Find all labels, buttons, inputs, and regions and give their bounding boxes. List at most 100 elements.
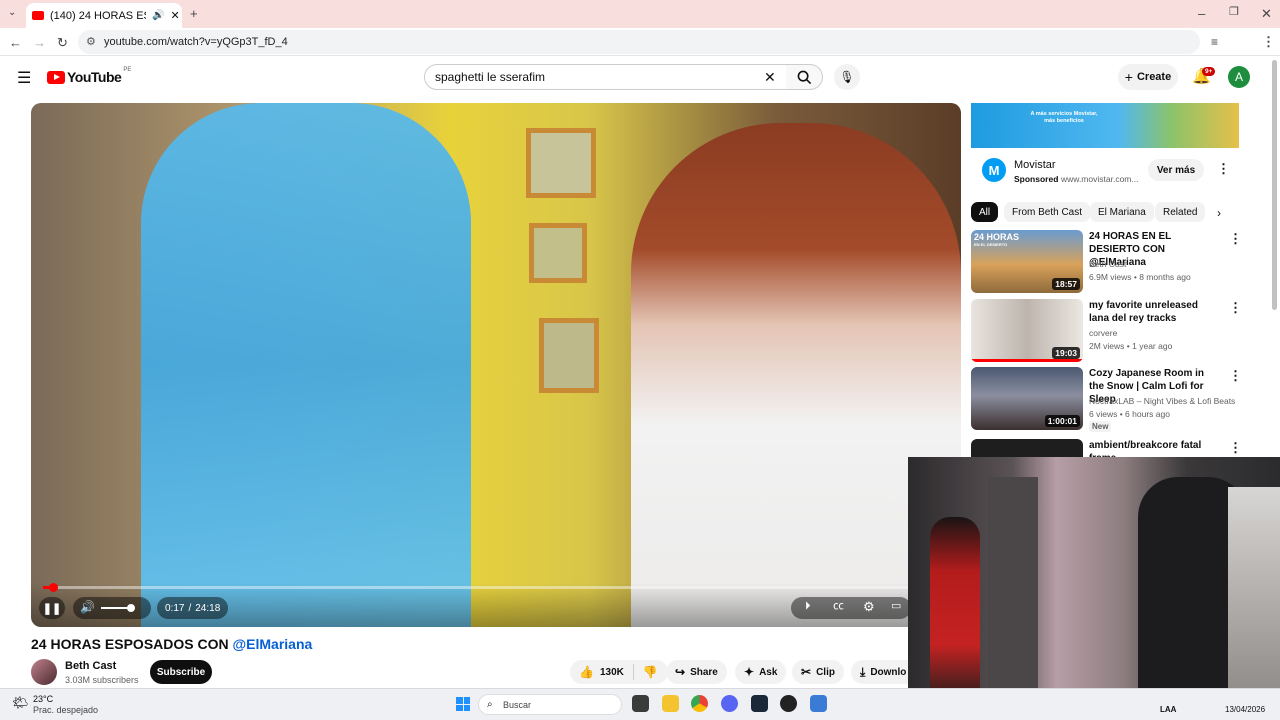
volume-knob[interactable]	[127, 604, 135, 612]
taskbar-search-box[interactable]: ⌕ Buscar	[478, 694, 622, 715]
recommendation-item[interactable]: 19:03 my favorite unreleased lana del re…	[971, 299, 1242, 363]
miniplayer-icon[interactable]: ▭	[891, 601, 901, 612]
recommendation-thumbnail[interactable]	[971, 439, 1083, 459]
steam-app-icon[interactable]	[751, 695, 768, 712]
recommendation-channel[interactable]: corvere	[1089, 328, 1117, 338]
recommendation-thumbnail[interactable]: 19:03	[971, 299, 1083, 362]
chrome-menu-icon[interactable]: ⋮	[1262, 35, 1275, 48]
tab-title: (140) 24 HORAS ESPOSADO	[50, 9, 146, 22]
tab-audio-icon[interactable]: 🔊	[152, 10, 164, 21]
search-icon	[797, 70, 811, 84]
clip-button[interactable]: ✂ Clip	[792, 660, 844, 684]
weather-temp[interactable]: 23°C	[33, 694, 53, 704]
like-count: 130K	[599, 666, 624, 678]
new-tab-icon[interactable]: +	[190, 7, 198, 20]
app-icon[interactable]	[810, 695, 827, 712]
discord-app-icon[interactable]	[721, 695, 738, 712]
restore-icon[interactable]: ❐	[1229, 7, 1239, 18]
recommendation-more-icon[interactable]: ⋮	[1229, 231, 1242, 247]
video-player[interactable]: ❚❚ 🔊 0:17 / 24:18 ⏵ ㏄ ⚙ ▭	[31, 103, 961, 627]
clear-search-icon[interactable]: ✕	[764, 69, 776, 86]
chip-related[interactable]: Related	[1155, 202, 1206, 222]
volume-control[interactable]: 🔊	[73, 597, 151, 619]
settings-gear-icon[interactable]: ⚙	[863, 600, 875, 613]
hamburger-menu-icon[interactable]: ☰	[17, 68, 31, 88]
recommendation-more-icon[interactable]: ⋮	[1229, 440, 1239, 456]
windows-start-icon[interactable]	[456, 697, 470, 711]
video-duration: 19:03	[1052, 347, 1080, 359]
time-display: 0:17 / 24:18	[157, 597, 229, 619]
tab-list-chevron-icon[interactable]: ⌄	[8, 8, 16, 18]
recommendation-thumbnail[interactable]: 1:00:01	[971, 367, 1083, 430]
back-icon[interactable]: ←	[9, 36, 22, 49]
ad-more-icon[interactable]: ⋮	[1217, 161, 1230, 177]
create-button[interactable]: + Create	[1118, 64, 1178, 90]
recommendation-more-icon[interactable]: ⋮	[1229, 300, 1242, 316]
youtube-logo-text: YouTube	[67, 69, 122, 85]
browser-tab[interactable]: (140) 24 HORAS ESPOSADO 🔊 ✕	[26, 3, 182, 28]
url-text: youtube.com/watch?v=yQGp3T_fD_4	[104, 36, 288, 48]
voice-search-button[interactable]: 🎙	[834, 64, 860, 90]
recommendation-more-icon[interactable]: ⋮	[1229, 368, 1242, 384]
recommendation-thumbnail[interactable]: 24 HORAS EN EL DESIERTO 18:57	[971, 230, 1083, 293]
recommendation-item[interactable]: 1:00:01 Cozy Japanese Room in the Snow |…	[971, 367, 1242, 432]
reading-list-icon[interactable]: ≡	[1211, 36, 1218, 48]
ad-cta-button[interactable]: Ver más	[1148, 159, 1204, 181]
recommendation-item[interactable]: ambient/breakcore fatal frame ⋮	[971, 439, 1239, 459]
download-label: Downlo	[870, 666, 907, 678]
sponsored-ad-card[interactable]: A más servicios Movistar, más beneficios…	[971, 103, 1239, 193]
search-query: spaghetti le sserafim	[435, 70, 546, 84]
video-title-mention-link[interactable]: @ElMariana	[233, 636, 313, 652]
chip-all[interactable]: All	[971, 202, 999, 222]
tab-close-icon[interactable]: ✕	[170, 9, 179, 22]
language-indicator[interactable]: LAA	[1160, 705, 1176, 714]
share-arrow-icon: ↪	[675, 665, 686, 679]
obs-app-icon[interactable]	[780, 695, 797, 712]
dislike-button[interactable]: 👎	[643, 665, 658, 679]
recommendation-title[interactable]: my favorite unreleased lana del rey trac…	[1089, 299, 1219, 325]
page-scrollbar[interactable]	[1271, 60, 1279, 310]
channel-name[interactable]: Beth Cast	[65, 660, 116, 672]
chip-el-mariana[interactable]: El Mariana	[1090, 202, 1154, 222]
like-button[interactable]: 👍 130K	[579, 665, 624, 679]
user-avatar[interactable]: A	[1228, 66, 1250, 88]
share-label: Share	[690, 666, 718, 678]
captions-icon[interactable]: ㏄	[833, 601, 844, 612]
share-button[interactable]: ↪ Share	[666, 660, 727, 684]
youtube-logo[interactable]: YouTube PE	[47, 67, 131, 85]
download-button[interactable]: ⤓ Downlo	[851, 660, 911, 684]
autoplay-toggle-icon[interactable]: ⏵	[805, 601, 811, 612]
chip-from-beth-cast[interactable]: From Beth Cast	[1004, 202, 1091, 222]
taskbar-date[interactable]: 13/04/2026	[1225, 705, 1265, 714]
channel-avatar[interactable]	[31, 659, 57, 685]
recommendation-item[interactable]: 24 HORAS EN EL DESIERTO 18:57 24 HORAS E…	[971, 230, 1242, 294]
ad-banner-text: A más servicios Movistar, más beneficios	[1029, 111, 1099, 125]
task-view-icon[interactable]	[632, 695, 649, 712]
ask-button[interactable]: ✦ Ask	[735, 660, 787, 684]
pause-icon: ❚❚	[42, 602, 62, 615]
address-bar[interactable]: ⚙ youtube.com/watch?v=yQGp3T_fD_4	[78, 30, 1200, 54]
reload-icon[interactable]: ↻	[57, 36, 68, 49]
recommendation-channel[interactable]: Beth Cast	[1089, 259, 1126, 269]
recommendation-title[interactable]: ambient/breakcore fatal frame	[1089, 439, 1219, 459]
volume-icon[interactable]: 🔊	[80, 601, 95, 613]
window-close-icon[interactable]: ✕	[1261, 7, 1272, 20]
progress-bar[interactable]	[43, 583, 943, 592]
site-info-icon[interactable]: ⚙	[86, 35, 96, 48]
pause-button[interactable]: ❚❚	[39, 597, 65, 619]
progress-scrubber[interactable]	[49, 583, 58, 592]
subscribe-button[interactable]: Subscribe	[150, 660, 212, 684]
recommendation-meta: 6.9M views • 8 months ago	[1089, 272, 1191, 282]
forward-icon[interactable]: →	[33, 36, 46, 49]
minimize-icon[interactable]: –	[1198, 7, 1205, 20]
chips-next-chevron-icon[interactable]: ›	[1217, 206, 1221, 220]
ad-banner-image[interactable]: A más servicios Movistar, más beneficios	[971, 103, 1239, 148]
weather-sun-icon[interactable]: 🌤	[12, 695, 29, 711]
file-explorer-icon[interactable]	[662, 695, 679, 712]
thumb-subtext: EN EL DESIERTO	[974, 242, 1008, 247]
search-button[interactable]	[786, 64, 823, 90]
chrome-app-icon[interactable]	[691, 695, 708, 712]
scissors-icon: ✂	[801, 665, 812, 679]
recommendation-channel[interactable]: NoctraxLAB – Night Vibes & Lofi Beats	[1089, 396, 1235, 406]
search-input[interactable]: spaghetti le sserafim ✕	[424, 64, 787, 90]
